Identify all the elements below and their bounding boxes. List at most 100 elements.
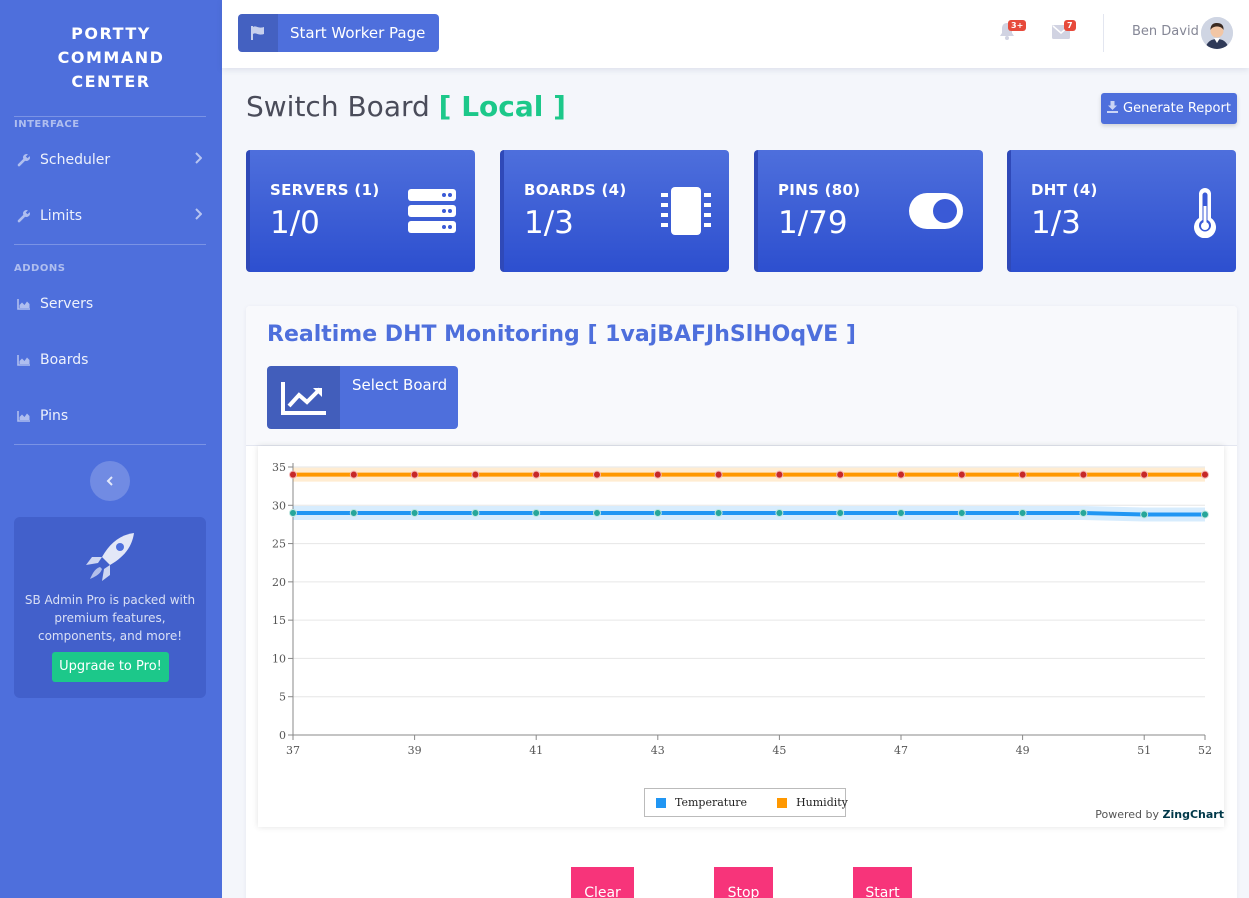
alerts-dropdown[interactable]: 3+ <box>999 20 1027 42</box>
clear-button[interactable]: Clear <box>571 867 634 898</box>
sidebar-item-boards[interactable]: Boards <box>0 340 222 380</box>
messages-dropdown[interactable]: 7 <box>1052 20 1076 42</box>
legend-swatch <box>656 797 666 808</box>
brand-line-1: PORTTY <box>71 24 151 43</box>
messages-counter-badge: 7 <box>1064 20 1076 31</box>
data-point-temperature <box>349 508 358 517</box>
dht-line-chart: 0 5 10 15 20 25 30 35 37 39 41 43 45 47 49 51 52 Tempera… <box>258 446 1224 827</box>
chart-line-icon <box>267 366 340 429</box>
microchip-icon <box>660 186 712 240</box>
topbar: Start Worker Page 3+ 7 Ben David <box>222 0 1249 68</box>
stat-card-title: PINS (80) <box>778 181 861 199</box>
stat-card-boards[interactable]: BOARDS (4) 1/3 <box>500 150 729 272</box>
data-point-temperature <box>1140 510 1149 519</box>
stat-card-servers[interactable]: SERVERS (1) 1/0 <box>246 150 475 272</box>
panel-header: Realtime DHT Monitoring [ 1vajBAFJhSlHOq… <box>246 306 1237 446</box>
sidebar-item-scheduler[interactable]: Scheduler <box>0 140 222 180</box>
data-point-humidity <box>532 470 541 479</box>
x-tick-label: 51 <box>1137 744 1151 757</box>
stat-card-dht[interactable]: DHT (4) 1/3 <box>1007 150 1236 272</box>
data-point-temperature <box>897 508 905 517</box>
brand-line-2: COMMAND <box>57 48 165 67</box>
y-tick-label: 20 <box>272 576 286 589</box>
user-name[interactable]: Ben David <box>1132 24 1199 39</box>
data-point-humidity <box>1079 470 1088 479</box>
y-tick-label: 0 <box>279 729 286 742</box>
chart-canvas: 0 5 10 15 20 25 30 35 37 39 41 43 45 47 49 51 52 <box>272 461 1212 757</box>
data-point-humidity <box>410 470 419 479</box>
download-icon <box>1107 100 1119 117</box>
wrench-icon <box>16 152 32 168</box>
sidebar-item-pins[interactable]: Pins <box>0 396 222 436</box>
legend-item-temperature[interactable]: Temperature <box>656 796 747 809</box>
section-heading-interface: INTERFACE <box>14 119 80 130</box>
select-board-button[interactable]: Select Board <box>267 366 458 429</box>
sidebar: PORTTY COMMAND CENTER INTERFACE Schedule… <box>0 0 222 898</box>
chevron-left-icon <box>106 472 114 491</box>
data-point-humidity <box>593 470 601 479</box>
stat-card-value: 1/3 <box>524 205 574 241</box>
legend-label: Temperature <box>675 796 748 809</box>
sidebar-item-label: Boards <box>40 352 89 368</box>
legend-label: Humidity <box>796 796 848 809</box>
user-avatar[interactable] <box>1201 17 1233 49</box>
start-worker-page-button[interactable]: Start Worker Page <box>238 14 439 52</box>
page-title-text: Switch Board <box>246 90 430 123</box>
page-title: Switch Board [ Local ] <box>246 90 566 123</box>
sidebar-item-label: Servers <box>40 296 94 312</box>
legend-swatch <box>777 797 788 808</box>
x-tick-label: 37 <box>286 744 300 757</box>
generate-report-button[interactable]: Generate Report <box>1101 93 1237 124</box>
legend-item-humidity[interactable]: Humidity <box>777 796 848 809</box>
brand-logo[interactable]: PORTTY COMMAND CENTER <box>0 22 222 94</box>
server-icon <box>407 188 457 238</box>
data-point-temperature <box>1018 508 1027 517</box>
series-line-temperature <box>293 510 1205 517</box>
start-worker-page-label: Start Worker Page <box>290 24 426 42</box>
powered-by-prefix: Powered by <box>1095 808 1160 821</box>
page-title-location: [ Local ] <box>438 90 566 123</box>
stat-card-title: DHT (4) <box>1031 181 1098 199</box>
data-point-humidity <box>653 470 662 479</box>
stat-card-value: 1/3 <box>1031 205 1081 241</box>
data-point-humidity <box>349 470 358 479</box>
stat-card-value: 1/79 <box>778 205 848 241</box>
powered-by-zingchart[interactable]: Powered by ZingChart <box>1095 808 1224 821</box>
data-point-humidity <box>897 470 905 479</box>
data-point-temperature <box>471 508 480 517</box>
data-point-temperature <box>653 508 662 517</box>
stat-card-value: 1/0 <box>270 205 320 241</box>
select-board-label: Select Board <box>352 376 448 394</box>
upgrade-button[interactable]: Upgrade to Pro! <box>52 652 169 682</box>
x-tick-label: 39 <box>408 744 422 757</box>
alerts-counter-badge: 3+ <box>1008 20 1027 31</box>
data-point-temperature <box>1079 508 1088 517</box>
sidebar-item-servers[interactable]: Servers <box>0 284 222 324</box>
y-tick-label: 35 <box>272 461 286 474</box>
data-point-temperature <box>714 508 723 517</box>
data-point-humidity <box>289 470 297 479</box>
sidebar-item-limits[interactable]: Limits <box>0 196 222 236</box>
stop-button[interactable]: Stop <box>714 867 773 898</box>
y-tick-label: 10 <box>272 652 286 665</box>
x-tick-label: 52 <box>1198 744 1212 757</box>
data-point-humidity <box>714 470 723 479</box>
data-point-temperature <box>836 508 845 517</box>
sidebar-item-label: Limits <box>40 208 82 224</box>
data-point-humidity <box>957 470 966 479</box>
promo-text: SB Admin Pro is packed with premium feat… <box>24 593 196 643</box>
start-button[interactable]: Start <box>853 867 912 898</box>
chart-legend: Temperature Humidity <box>644 788 848 817</box>
data-point-temperature <box>532 508 541 517</box>
sidebar-toggle-button[interactable] <box>90 461 130 501</box>
x-tick-label: 43 <box>651 744 665 757</box>
data-point-temperature <box>593 508 601 517</box>
chevron-right-icon <box>194 152 203 168</box>
data-point-humidity <box>471 470 480 479</box>
generate-report-label: Generate Report <box>1123 101 1231 116</box>
stat-card-pins[interactable]: PINS (80) 1/79 <box>754 150 983 272</box>
x-tick-label: 45 <box>772 744 786 757</box>
data-point-temperature <box>289 508 297 517</box>
panel-title: Realtime DHT Monitoring [ 1vajBAFJhSlHOq… <box>267 322 856 347</box>
sidebar-item-label: Scheduler <box>40 152 111 168</box>
